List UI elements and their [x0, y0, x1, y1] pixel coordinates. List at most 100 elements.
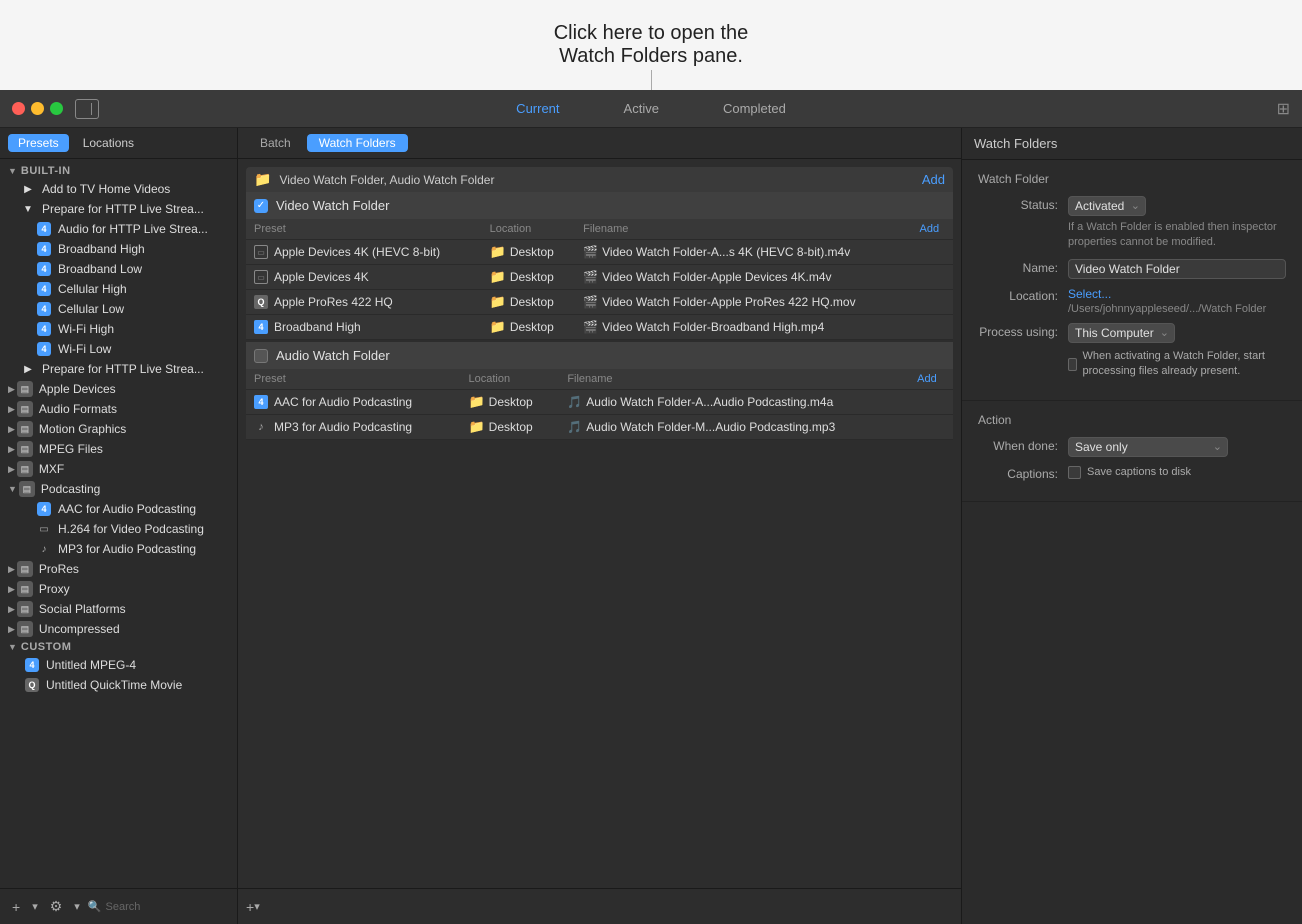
tab-current[interactable]: Current: [484, 97, 591, 120]
sidebar-tab-presets[interactable]: Presets: [8, 134, 69, 152]
sidebar-item-cellular-high[interactable]: 4 Cellular High: [0, 279, 237, 299]
fullscreen-button[interactable]: [50, 102, 63, 115]
video-preset-table: Preset Location Filename Add ▭Apple Devi…: [246, 219, 953, 340]
settings-icon[interactable]: ⊞: [1277, 99, 1290, 119]
sidebar-item-prores[interactable]: ▶ ▤ ProRes: [0, 559, 237, 579]
close-button[interactable]: [12, 102, 25, 115]
sidebar-item-proxy[interactable]: ▶ ▤ Proxy: [0, 579, 237, 599]
sidebar-item-apple-devices[interactable]: ▶ ▤ Apple Devices: [0, 379, 237, 399]
chevron-icon: ▶: [8, 384, 15, 395]
preset-icon-phone: ▭: [254, 270, 268, 284]
group-icon: ▤: [17, 421, 33, 437]
tooltip-line2: Watch Folders pane.: [559, 45, 743, 68]
upload-icon2: ▼: [20, 201, 36, 217]
activate-checkbox[interactable]: [1068, 358, 1077, 371]
vwf-header[interactable]: ✓ Video Watch Folder: [246, 192, 953, 219]
status-select[interactable]: Activated: [1068, 196, 1146, 216]
wfg-add-button[interactable]: Add: [922, 172, 945, 187]
sidebar-item-motion-graphics[interactable]: ▶ ▤ Motion Graphics: [0, 419, 237, 439]
item-label: ProRes: [39, 562, 79, 576]
item-label: Cellular Low: [58, 302, 124, 316]
name-input[interactable]: [1068, 259, 1286, 279]
tab-watch-folders[interactable]: Watch Folders: [307, 134, 408, 152]
preset-icon-4: 4: [254, 320, 268, 334]
chevron-icon: ▶: [8, 624, 15, 635]
awf-header[interactable]: Audio Watch Folder: [246, 342, 953, 369]
sidebar-item-audio-http[interactable]: 4 Audio for HTTP Live Strea...: [0, 219, 237, 239]
sidebar-item-prepare-http2[interactable]: ▶ Prepare for HTTP Live Strea...: [0, 359, 237, 379]
4-icon: 4: [36, 261, 52, 277]
sidebar-item-wifi-high[interactable]: 4 Wi-Fi High: [0, 319, 237, 339]
add-button[interactable]: +: [8, 897, 24, 917]
sidebar-item-h264-podcasting[interactable]: ▭ H.264 for Video Podcasting: [0, 519, 237, 539]
rp-status-value: Activated If a Watch Folder is enabled t…: [1068, 196, 1286, 251]
location-select-link[interactable]: Select...: [1068, 287, 1111, 301]
sidebar-item-wifi-low[interactable]: 4 Wi-Fi Low: [0, 339, 237, 359]
rp-when-done-row: When done: Save only: [978, 437, 1286, 457]
minimize-button[interactable]: [31, 102, 44, 115]
sidebar-tabs: Presets Locations: [0, 128, 237, 159]
sidebar-item-social-platforms[interactable]: ▶ ▤ Social Platforms: [0, 599, 237, 619]
item-label: MXF: [39, 462, 64, 476]
sidebar-item-untitled-mpeg4[interactable]: 4 Untitled MPEG-4: [0, 655, 237, 675]
sidebar-item-aac-podcasting[interactable]: 4 AAC for Audio Podcasting: [0, 499, 237, 519]
sidebar-item-podcasting[interactable]: ▼ ▤ Podcasting: [0, 479, 237, 499]
rp-name-row: Name:: [978, 259, 1286, 279]
rp-when-done-value: Save only: [1068, 437, 1286, 457]
sidebar-tab-locations[interactable]: Locations: [73, 134, 144, 152]
sidebar-item-prepare-http1[interactable]: ▼ Prepare for HTTP Live Strea...: [0, 199, 237, 219]
sidebar-item-mp3-podcasting[interactable]: ♪ MP3 for Audio Podcasting: [0, 539, 237, 559]
wfg-header[interactable]: 📁 Video Watch Folder, Audio Watch Folder…: [246, 167, 953, 192]
chevron-icon: ▶: [8, 424, 15, 435]
rp-location-row: Location: Select... /Users/johnnyapplese…: [978, 287, 1286, 315]
sidebar-item-uncompressed[interactable]: ▶ ▤ Uncompressed: [0, 619, 237, 639]
awf-checkbox[interactable]: [254, 349, 268, 363]
captions-checkbox[interactable]: [1068, 466, 1081, 479]
sidebar-item-mxf[interactable]: ▶ ▤ MXF: [0, 459, 237, 479]
tab-active[interactable]: Active: [592, 97, 691, 120]
music-icon: ♪: [36, 541, 52, 557]
4-icon: 4: [36, 281, 52, 297]
when-done-select[interactable]: Save only: [1068, 437, 1228, 457]
phone-icon: ▭: [36, 521, 52, 537]
settings-button[interactable]: ⚙: [46, 896, 67, 917]
when-done-select-wrapper: Save only: [1068, 437, 1228, 457]
item-label: Broadband Low: [58, 262, 142, 276]
process-select[interactable]: This Computer: [1068, 323, 1175, 343]
layout-icon[interactable]: [75, 99, 99, 119]
col-filename: Filename: [559, 369, 909, 390]
vwf-checkbox[interactable]: ✓: [254, 199, 268, 213]
sidebar-item-audio-formats[interactable]: ▶ ▤ Audio Formats: [0, 399, 237, 419]
col-add[interactable]: Add: [911, 219, 953, 240]
table-row: ▭Apple Devices 4K (HEVC 8-bit) 📁Desktop …: [246, 240, 953, 265]
preset-icon-phone: ▭: [254, 245, 268, 259]
sidebar-item-cellular-low[interactable]: 4 Cellular Low: [0, 299, 237, 319]
item-label: Wi-Fi Low: [58, 342, 111, 356]
sidebar-item-add-to-tv[interactable]: ▶ Add to TV Home Videos: [0, 179, 237, 199]
rp-process-row: Process using: This Computer When activa…: [978, 323, 1286, 380]
rp-title: Watch Folders: [962, 128, 1302, 160]
sidebar-item-broadband-high[interactable]: 4 Broadband High: [0, 239, 237, 259]
rp-name-label: Name:: [978, 259, 1068, 275]
add-chevron[interactable]: ▾: [254, 900, 260, 913]
sidebar-item-broadband-low[interactable]: 4 Broadband Low: [0, 259, 237, 279]
sidebar-item-mpeg-files[interactable]: ▶ ▤ MPEG Files: [0, 439, 237, 459]
middle-content: 📁 Video Watch Folder, Audio Watch Folder…: [238, 159, 961, 888]
sidebar-item-untitled-qt[interactable]: Q Untitled QuickTime Movie: [0, 675, 237, 695]
col-add[interactable]: Add: [909, 369, 953, 390]
rp-location-value: Select... /Users/johnnyappleseed/.../Wat…: [1068, 287, 1286, 315]
item-label: Podcasting: [41, 482, 100, 496]
tab-completed[interactable]: Completed: [691, 97, 818, 120]
builtin-section-header[interactable]: ▼ BUILT-IN: [0, 163, 237, 179]
traffic-lights: [12, 102, 63, 115]
item-label: Apple Devices: [39, 382, 116, 396]
folder-icon: 📁: [490, 244, 506, 260]
middle-add-button[interactable]: +: [246, 899, 254, 915]
group-icon: ▤: [17, 601, 33, 617]
rp-watch-folder-section: Watch Folder Status: Activated If a Watc…: [962, 160, 1302, 401]
upload-icon3: ▶: [20, 361, 36, 377]
tab-batch[interactable]: Batch: [248, 134, 303, 152]
captions-checkbox-label: Save captions to disk: [1087, 465, 1191, 480]
group-icon: ▤: [19, 481, 35, 497]
custom-section-header[interactable]: ▼ CUSTOM: [0, 639, 237, 655]
